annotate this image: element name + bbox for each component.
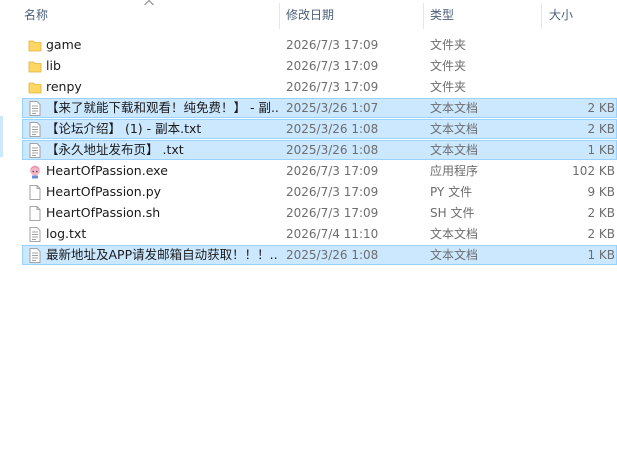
- file-name: game: [46, 37, 82, 52]
- file-row[interactable]: lib 2026/7/3 17:09 文件夹: [22, 56, 617, 76]
- file-type: 文本文档: [430, 101, 479, 115]
- file-type: 文本文档: [430, 143, 479, 157]
- text-file-icon: [29, 143, 41, 158]
- file-size: 1 KB: [587, 143, 615, 157]
- file-date: 2025/3/26 1:08: [286, 143, 379, 157]
- file-date: 2026/7/3 17:09: [286, 38, 379, 52]
- file-type: 文本文档: [430, 227, 479, 241]
- file-size: [543, 78, 616, 96]
- column-header-name[interactable]: 名称: [0, 0, 279, 31]
- file-size: 9 KB: [587, 185, 615, 199]
- file-size: 2 KB: [587, 101, 615, 115]
- file-row[interactable]: log.txt 2026/7/4 11:10 文本文档 2 KB: [22, 224, 617, 244]
- column-header-date[interactable]: 修改日期: [279, 0, 423, 31]
- file-row[interactable]: HeartOfPassion.exe 2026/7/3 17:09 应用程序 1…: [22, 161, 617, 181]
- file-row[interactable]: game 2026/7/3 17:09 文件夹: [22, 35, 617, 55]
- file-name: renpy: [46, 79, 82, 94]
- file-name: log.txt: [46, 226, 87, 241]
- file-type: SH 文件: [430, 206, 475, 220]
- file-type: 文件夹: [430, 38, 467, 52]
- folder-icon: [28, 61, 42, 73]
- folder-icon: [28, 40, 42, 52]
- file-size: 2 KB: [587, 227, 615, 241]
- file-name: HeartOfPassion.sh: [46, 205, 161, 220]
- file-name: 【来了就能下载和观看！纯免费！】 - 副...: [46, 100, 278, 115]
- folder-icon: [28, 82, 42, 94]
- file-date: 2025/3/26 1:07: [286, 101, 379, 115]
- text-file-icon: [29, 101, 41, 116]
- column-header-bar: 名称 修改日期 类型 大小: [0, 0, 617, 31]
- file-type: 文本文档: [430, 122, 479, 136]
- file-row[interactable]: HeartOfPassion.py 2026/7/3 17:09 PY 文件 9…: [22, 182, 617, 202]
- blank-file-icon: [29, 206, 41, 221]
- text-file-icon: [29, 122, 41, 137]
- file-size: 2 KB: [587, 206, 615, 220]
- file-type: PY 文件: [430, 185, 473, 199]
- file-row[interactable]: 【永久地址发布页】 .txt 2025/3/26 1:08 文本文档 1 KB: [22, 140, 617, 160]
- file-size: 102 KB: [572, 164, 615, 178]
- text-file-icon: [29, 248, 41, 263]
- file-name: 最新地址及APP请发邮箱自动获取！！！...: [46, 247, 278, 262]
- column-header-type[interactable]: 类型: [423, 0, 541, 31]
- file-size: 2 KB: [587, 122, 615, 136]
- file-row[interactable]: 【来了就能下载和观看！纯免费！】 - 副... 2025/3/26 1:07 文…: [22, 98, 617, 118]
- file-date: 2026/7/3 17:09: [286, 164, 379, 178]
- file-date: 2025/3/26 1:08: [286, 122, 379, 136]
- file-row[interactable]: HeartOfPassion.sh 2026/7/3 17:09 SH 文件 2…: [22, 203, 617, 223]
- file-row[interactable]: renpy 2026/7/3 17:09 文件夹: [22, 77, 617, 97]
- file-date: 2026/7/3 17:09: [286, 185, 379, 199]
- file-type: 文本文档: [430, 248, 479, 262]
- file-type: 文件夹: [430, 80, 467, 94]
- file-name: 【永久地址发布页】 .txt: [46, 142, 184, 157]
- column-header-size[interactable]: 大小: [541, 0, 617, 31]
- file-date: 2025/3/26 1:08: [286, 248, 379, 262]
- file-explorer: 名称 修改日期 类型 大小 game 2026/7/3 17:09 文件夹 li…: [0, 0, 617, 467]
- selection-edge: [0, 116, 3, 157]
- text-file-icon: [29, 227, 41, 242]
- file-size: [543, 57, 616, 75]
- file-row[interactable]: 最新地址及APP请发邮箱自动获取！！！... 2025/3/26 1:08 文本…: [22, 245, 617, 265]
- file-size: [543, 36, 616, 54]
- file-type: 应用程序: [430, 164, 479, 178]
- file-name: 【论坛介绍】 (1) - 副本.txt: [46, 121, 202, 136]
- file-name: lib: [46, 58, 61, 73]
- file-date: 2026/7/3 17:09: [286, 80, 379, 94]
- file-name: HeartOfPassion.py: [46, 184, 162, 199]
- file-type: 文件夹: [430, 59, 467, 73]
- blank-file-icon: [29, 185, 41, 200]
- file-date: 2026/7/3 17:09: [286, 59, 379, 73]
- file-date: 2026/7/4 11:10: [286, 227, 379, 241]
- app-exe-icon: [30, 165, 40, 179]
- file-name: HeartOfPassion.exe: [46, 163, 168, 178]
- file-size: 1 KB: [587, 248, 615, 262]
- file-date: 2026/7/3 17:09: [286, 206, 379, 220]
- file-row[interactable]: 【论坛介绍】 (1) - 副本.txt 2025/3/26 1:08 文本文档 …: [22, 119, 617, 139]
